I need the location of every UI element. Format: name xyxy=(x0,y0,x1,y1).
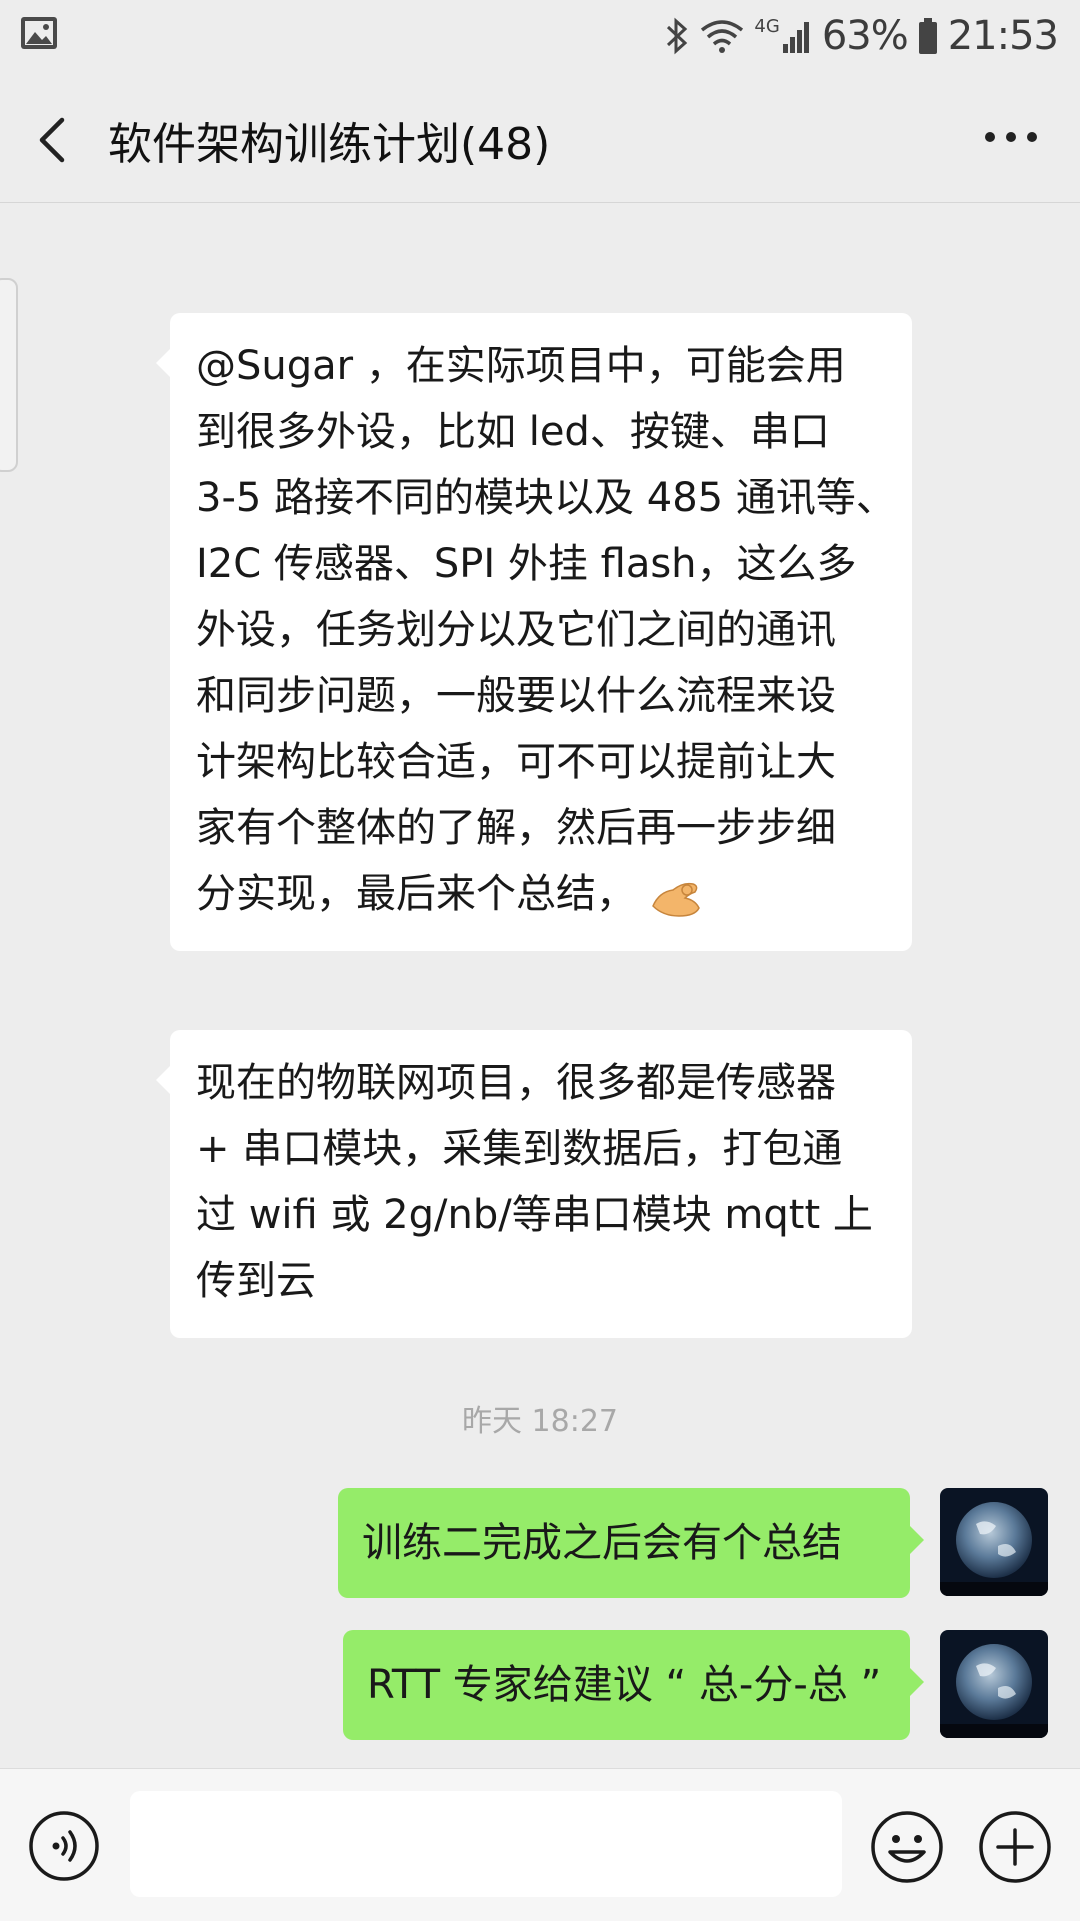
message-line: I2C 传感器、SPI 外挂 flash，这么多 xyxy=(196,541,857,587)
earth-avatar-icon xyxy=(940,1630,1048,1738)
gallery-notification-icon xyxy=(21,17,57,49)
network-type: 4G xyxy=(754,16,780,37)
voice-icon[interactable] xyxy=(28,1810,100,1882)
message-line: 到很多外设，比如 led、按键、串口 xyxy=(196,409,830,455)
message-line: 过 wifi 或 2g/nb/等串口模块 mqtt 上 xyxy=(196,1192,873,1238)
message-text: RTT 专家给建议 “ 总-分-总 ” xyxy=(367,1662,882,1708)
signal-icon xyxy=(782,22,809,53)
message-line-text: 分实现，最后来个总结， xyxy=(196,871,636,917)
chat-header: 软件架构训练计划(48) xyxy=(0,72,1080,203)
plus-circle-icon[interactable] xyxy=(978,1810,1052,1884)
message-line: 和同步问题，一般要以什么流程来设 xyxy=(196,673,836,719)
battery-percent: 63% xyxy=(821,13,909,59)
chat-input-bar xyxy=(0,1768,1080,1921)
earth-avatar-icon xyxy=(940,1488,1048,1596)
message-line: @Sugar ，在实际项目中，可能会用 xyxy=(196,343,846,389)
clock: 21:53 xyxy=(947,13,1059,59)
message-line-last: 分实现，最后来个总结， xyxy=(196,861,886,927)
message-bubble-outgoing[interactable]: RTT 专家给建议 “ 总-分-总 ” xyxy=(343,1630,924,1740)
message-bubble-incoming[interactable]: 现在的物联网项目，很多都是传感器 + 串口模块，采集到数据后，打包通 过 wif… xyxy=(156,1030,912,1338)
page-title: 软件架构训练计划(48) xyxy=(108,119,551,170)
status-indicators: 4G 63% 21:53 xyxy=(664,10,1059,62)
message-bubble-outgoing[interactable]: 训练二完成之后会有个总结 xyxy=(338,1488,924,1598)
ok-hand-emoji-icon xyxy=(651,882,700,917)
avatar[interactable] xyxy=(940,1488,1048,1596)
message-line: + 串口模块，采集到数据后，打包通 xyxy=(196,1126,843,1172)
battery-icon xyxy=(918,18,937,54)
status-bar: 4G 63% 21:53 xyxy=(0,0,1080,72)
message-input[interactable] xyxy=(130,1791,842,1897)
message-line: 计架构比较合适，可不可以提前让大 xyxy=(196,739,836,785)
message-line: 传到云 xyxy=(196,1258,316,1304)
message-text: 训练二完成之后会有个总结 xyxy=(362,1520,842,1566)
wifi-icon xyxy=(701,20,744,53)
chevron-left-icon[interactable] xyxy=(30,112,80,168)
smile-icon[interactable] xyxy=(870,1810,944,1884)
message-line: 3-5 路接不同的模块以及 485 通讯等、 xyxy=(196,475,896,521)
message-line: 现在的物联网项目，很多都是传感器 xyxy=(196,1060,836,1106)
message-bubble-incoming[interactable]: @Sugar ，在实际项目中，可能会用 到很多外设，比如 led、按键、串口 3… xyxy=(156,313,912,951)
message-timestamp: 昨天 18:27 xyxy=(462,1404,618,1439)
edge-panel-handle[interactable] xyxy=(0,278,18,472)
avatar[interactable] xyxy=(940,1630,1048,1738)
more-dots-icon[interactable] xyxy=(982,122,1040,152)
bluetooth-icon xyxy=(667,17,688,55)
message-line: 外设，任务划分以及它们之间的通讯 xyxy=(196,607,836,653)
message-line: 家有个整体的了解，然后再一步步细 xyxy=(196,805,836,851)
